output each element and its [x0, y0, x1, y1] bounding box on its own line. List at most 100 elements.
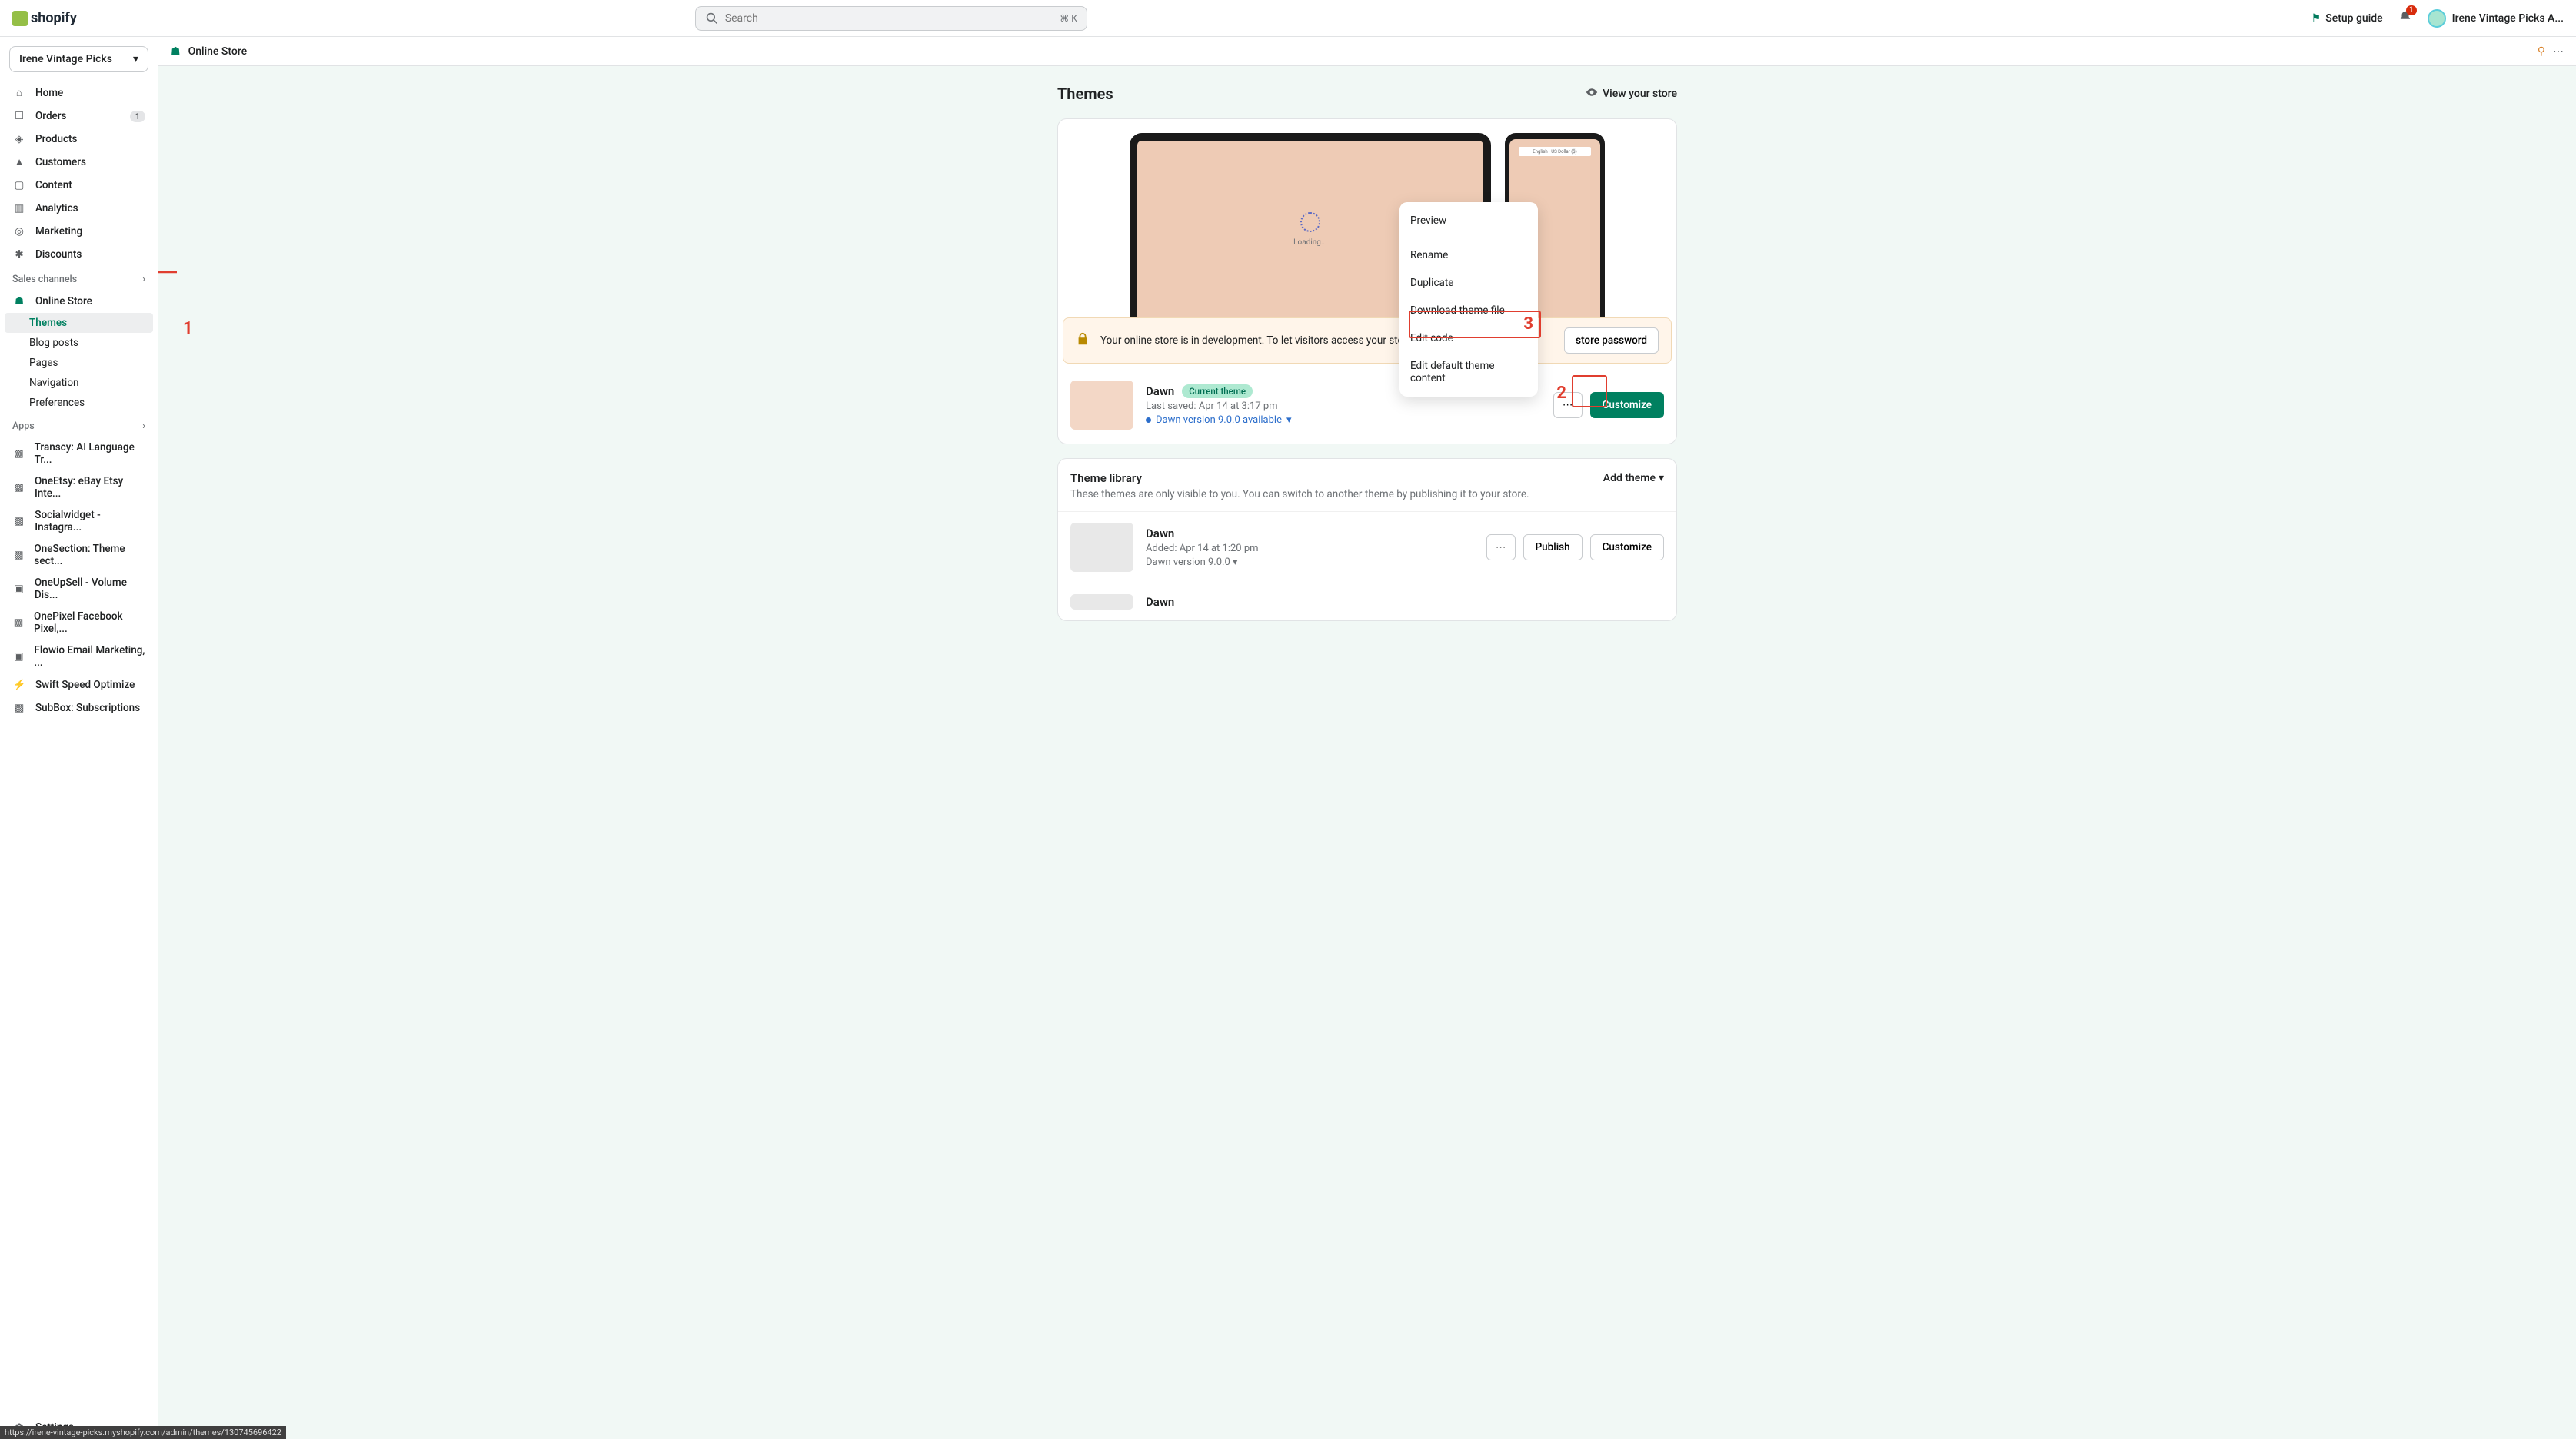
store-password-button[interactable]: store password: [1564, 327, 1659, 354]
app-flowio[interactable]: ▣ Flowio Email Marketing, ...: [0, 640, 158, 673]
nav-marketing[interactable]: ◎ Marketing: [0, 220, 158, 243]
search-box[interactable]: ⌘ K: [695, 6, 1087, 31]
lib-version-text: Dawn version 9.0.0: [1146, 557, 1230, 568]
search-input[interactable]: [725, 12, 1060, 25]
dot-icon: [1146, 417, 1151, 423]
notification-badge: 1: [2406, 5, 2417, 15]
app-subbox[interactable]: ▩SubBox: Subscriptions: [0, 696, 158, 720]
app-socialwidget[interactable]: ▩Socialwidget - Instagra...: [0, 504, 158, 538]
chevron-right-icon[interactable]: ›: [142, 420, 145, 432]
lib-theme-added: Added: Apr 14 at 1:20 pm: [1146, 543, 1474, 554]
user-menu[interactable]: Irene Vintage Picks A...: [2428, 9, 2564, 28]
app-swift[interactable]: ⚡Swift Speed Optimize: [0, 673, 158, 696]
notifications-button[interactable]: 1: [2398, 10, 2412, 27]
theme-more-button[interactable]: ⋯: [1553, 392, 1583, 418]
eye-icon: [1586, 86, 1598, 101]
theme-actions-dropdown: Preview Rename Duplicate Download theme …: [1399, 202, 1538, 397]
flag-icon: ⚑: [2311, 12, 2321, 25]
dots-icon: ⋯: [1496, 541, 1506, 553]
theme-preview: Loading... English · US Dollar ($): [1058, 119, 1676, 317]
add-theme-button[interactable]: Add theme▾: [1603, 471, 1664, 485]
theme-saved: Last saved: Apr 14 at 3:17 pm: [1146, 400, 1541, 412]
bell-icon: [2398, 15, 2412, 27]
dropdown-preview[interactable]: Preview: [1399, 207, 1538, 234]
loading-spinner-icon: [1300, 212, 1320, 232]
chevron-right-icon[interactable]: ›: [142, 274, 145, 285]
theme-thumbnail: [1070, 594, 1133, 610]
library-subtitle: These themes are only visible to you. Yo…: [1058, 488, 1676, 511]
view-store-label: View your store: [1603, 88, 1677, 100]
person-icon: ▲: [12, 155, 26, 169]
nav-analytics[interactable]: ▥Analytics: [0, 197, 158, 220]
app-oneupsell[interactable]: ▣OneUpSell - Volume Dis...: [0, 572, 158, 606]
library-row: Dawn Added: Apr 14 at 1:20 pm Dawn versi…: [1058, 511, 1676, 583]
publish-button[interactable]: Publish: [1523, 534, 1583, 560]
app-label: Transcy: AI Language Tr...: [35, 441, 145, 466]
subnav-blog[interactable]: Blog posts: [0, 333, 158, 353]
section-apps-label: Apps: [12, 420, 35, 432]
header-title: Online Store: [188, 45, 248, 58]
dropdown-edit-code[interactable]: Edit code: [1399, 324, 1538, 352]
subnav-pages[interactable]: Pages: [0, 353, 158, 373]
lib-customize-button[interactable]: Customize: [1590, 534, 1664, 560]
tag-icon: ◈: [12, 132, 26, 146]
sidebar: Irene Vintage Picks ▾ ⌂Home ☐Orders1 ◈ Pr…: [0, 37, 158, 1439]
subnav-preferences[interactable]: Preferences: [0, 393, 158, 413]
app-label: Flowio Email Marketing, ...: [34, 644, 145, 669]
app-icon: ▩: [12, 616, 25, 630]
dropdown-edit-default[interactable]: Edit default theme content: [1399, 352, 1538, 392]
store-icon: ☗: [12, 294, 26, 308]
pin-icon[interactable]: ⚲: [2538, 45, 2545, 58]
nav-discounts[interactable]: ✱ Discounts: [0, 243, 158, 266]
topbar: shopify ⌘ K ⚑ Setup guide 1 Irene Vintag…: [0, 0, 2576, 37]
dropdown-rename[interactable]: Rename: [1399, 241, 1538, 269]
nav-products[interactable]: ◈ Products: [0, 128, 158, 151]
dropdown-download[interactable]: Download theme file: [1399, 297, 1538, 324]
subnav-navigation[interactable]: Navigation: [0, 373, 158, 393]
dev-banner: Your online store is in development. To …: [1063, 317, 1672, 364]
nav-online-store[interactable]: ☗Online Store: [0, 290, 158, 313]
app-label: Socialwidget - Instagra...: [35, 509, 145, 533]
theme-name: Dawn: [1146, 384, 1174, 398]
shopify-logo[interactable]: shopify: [12, 10, 77, 26]
app-label: OneSection: Theme sect...: [34, 543, 145, 567]
dropdown-duplicate[interactable]: Duplicate: [1399, 269, 1538, 297]
chevron-down-icon: ▾: [133, 53, 138, 65]
nav-customers-label: Customers: [35, 156, 86, 168]
nav-content[interactable]: ▢Content: [0, 174, 158, 197]
nav-customers[interactable]: ▲ Customers: [0, 151, 158, 174]
app-transcy[interactable]: ▩Transcy: AI Language Tr...: [0, 437, 158, 470]
lib-theme-name: Dawn: [1146, 527, 1474, 540]
content-icon: ▢: [12, 178, 26, 192]
app-icon: ▩: [12, 548, 25, 562]
app-label: Swift Speed Optimize: [35, 679, 135, 691]
more-icon[interactable]: ⋯: [2553, 45, 2564, 58]
subnav-themes[interactable]: Themes: [5, 313, 153, 333]
nav-marketing-label: Marketing: [35, 225, 82, 238]
app-onesection[interactable]: ▩ OneSection: Theme sect...: [0, 538, 158, 572]
nav-home[interactable]: ⌂Home: [0, 81, 158, 105]
customize-button[interactable]: Customize: [1590, 392, 1664, 418]
app-oneetsy[interactable]: ▩OneEtsy: eBay Etsy Inte...: [0, 470, 158, 504]
app-icon: ▩: [12, 480, 25, 494]
app-icon: ▣: [12, 582, 25, 596]
nav-products-label: Products: [35, 133, 77, 145]
app-onepixel[interactable]: ▩OnePixel Facebook Pixel,...: [0, 606, 158, 640]
logo-text: shopify: [31, 10, 77, 26]
nav-orders[interactable]: ☐Orders1: [0, 105, 158, 128]
store-icon: ☗: [171, 45, 181, 58]
lib-theme-version[interactable]: Dawn version 9.0.0 ▾: [1146, 557, 1474, 568]
lock-icon: [1076, 332, 1090, 349]
discount-icon: ✱: [12, 248, 26, 261]
lib-more-button[interactable]: ⋯: [1486, 534, 1516, 560]
shopify-icon: [12, 11, 28, 26]
theme-thumbnail: [1070, 381, 1133, 430]
store-selector[interactable]: Irene Vintage Picks ▾: [9, 46, 148, 72]
theme-version-link[interactable]: Dawn version 9.0.0 available ▾: [1146, 414, 1541, 426]
target-icon: ◎: [12, 224, 26, 238]
app-icon: ▣: [12, 650, 25, 663]
setup-guide-link[interactable]: ⚑ Setup guide: [2311, 12, 2383, 25]
section-sales-channels: Sales channels›: [0, 266, 158, 290]
view-store-link[interactable]: View your store: [1586, 86, 1677, 101]
nav-discounts-label: Discounts: [35, 248, 82, 261]
